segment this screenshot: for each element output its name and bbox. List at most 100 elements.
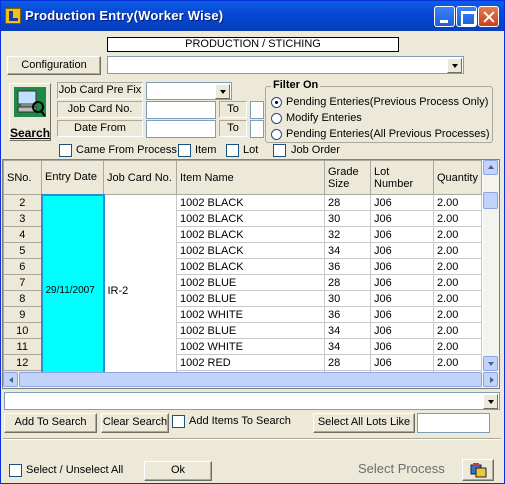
select-all-lots-like-button[interactable]: Select All Lots Like	[313, 413, 415, 433]
row-grade-size[interactable]: 34	[324, 242, 371, 259]
add-to-search-button[interactable]: Add To Search	[4, 413, 97, 433]
filter-option-pending-previous[interactable]: Pending Enteries(Previous Process Only)	[286, 96, 488, 108]
chevron-down-icon[interactable]	[483, 394, 498, 409]
row-item-name[interactable]: 1002 BLACK	[176, 242, 325, 259]
select-process-button[interactable]	[462, 459, 494, 481]
lot-checkbox[interactable]	[226, 144, 239, 157]
row-grade-size[interactable]: 28	[324, 274, 371, 291]
row-item-name[interactable]: 1002 BLUE	[176, 274, 325, 291]
row-lot-number[interactable]: J06	[370, 258, 434, 275]
filter-radio-modify[interactable]	[271, 113, 282, 124]
title-bar[interactable]: Production Entry(Worker Wise)	[1, 1, 504, 31]
row-quantity[interactable]: 2.00	[433, 242, 482, 259]
row-sno[interactable]: 9	[3, 306, 42, 323]
scroll-right-icon[interactable]	[483, 372, 498, 387]
scroll-thumb[interactable]	[483, 192, 498, 209]
job-card-no-from-input[interactable]	[146, 101, 216, 119]
scroll-down-icon[interactable]	[483, 356, 498, 371]
row-item-name[interactable]: 1002 BLACK	[176, 258, 325, 275]
row-quantity[interactable]: 2.00	[433, 322, 482, 339]
row-item-name[interactable]: 1002 BLACK	[176, 194, 325, 211]
row-sno[interactable]: 12	[3, 354, 42, 371]
grid-vertical-scrollbar[interactable]	[483, 160, 499, 372]
row-quantity[interactable]: 2.00	[433, 354, 482, 371]
job-card-no-to-input[interactable]	[250, 101, 264, 119]
row-grade-size[interactable]: 30	[324, 290, 371, 307]
col-entry-date[interactable]: Entry Date	[41, 160, 104, 195]
lots-like-input[interactable]	[417, 413, 490, 433]
row-quantity[interactable]: 2.00	[433, 274, 482, 291]
row-quantity[interactable]: 2.00	[433, 194, 482, 211]
row-lot-number[interactable]: J06	[370, 354, 434, 371]
job-card-prefix-dropdown[interactable]	[146, 82, 232, 100]
row-lot-number[interactable]: J06	[370, 322, 434, 339]
row-grade-size[interactable]: 34	[324, 338, 371, 355]
scroll-h-thumb[interactable]	[19, 372, 482, 387]
chevron-down-icon[interactable]	[447, 58, 462, 73]
row-grade-size[interactable]: 36	[324, 258, 371, 275]
came-from-process-checkbox[interactable]	[59, 144, 72, 157]
row-lot-number[interactable]: J06	[370, 194, 434, 211]
row-quantity[interactable]: 2.00	[433, 258, 482, 275]
row-item-name[interactable]: 1002 WHITE	[176, 338, 325, 355]
col-sno[interactable]: SNo.	[3, 160, 42, 195]
row-sno[interactable]: 3	[3, 210, 42, 227]
filter-radio-pending-previous[interactable]	[271, 97, 282, 108]
scroll-left-icon[interactable]	[3, 372, 18, 387]
scroll-up-icon[interactable]	[483, 160, 498, 175]
row-sno[interactable]: 5	[3, 242, 42, 259]
row-sno[interactable]: 11	[3, 338, 42, 355]
row-item-name[interactable]: 1002 WHITE	[176, 306, 325, 323]
filter-radio-pending-all[interactable]	[271, 129, 282, 140]
row-lot-number[interactable]: J06	[370, 210, 434, 227]
row-lot-number[interactable]: J06	[370, 226, 434, 243]
row-quantity[interactable]: 2.00	[433, 338, 482, 355]
col-lot-number[interactable]: Lot Number	[370, 160, 434, 195]
row-item-name[interactable]: 1002 BLUE	[176, 290, 325, 307]
configuration-dropdown[interactable]	[107, 56, 464, 74]
filter-option-modify[interactable]: Modify Enteries	[286, 112, 362, 124]
row-item-name[interactable]: 1002 RED	[176, 354, 325, 371]
row-grade-size[interactable]: 30	[324, 210, 371, 227]
row-lot-number[interactable]: J06	[370, 242, 434, 259]
configuration-button[interactable]: Configuration	[7, 56, 101, 75]
row-lot-number[interactable]: J06	[370, 290, 434, 307]
row-quantity[interactable]: 2.00	[433, 306, 482, 323]
ok-button[interactable]: Ok	[144, 461, 212, 481]
row-grade-size[interactable]: 34	[324, 322, 371, 339]
col-grade-size[interactable]: Grade Size	[324, 160, 371, 195]
add-items-to-search-checkbox[interactable]	[172, 415, 185, 428]
col-quantity[interactable]: Quantity	[433, 160, 482, 195]
entry-date-cell[interactable]: 29/11/2007	[40, 193, 105, 388]
row-lot-number[interactable]: J06	[370, 306, 434, 323]
col-job-card-no[interactable]: Job Card No.	[103, 160, 177, 195]
row-grade-size[interactable]: 28	[324, 194, 371, 211]
row-item-name[interactable]: 1002 BLACK	[176, 210, 325, 227]
maximize-button[interactable]	[456, 6, 477, 27]
item-checkbox[interactable]	[178, 144, 191, 157]
date-from-input[interactable]	[146, 120, 216, 138]
job-card-no-cell[interactable]: IR-2	[103, 194, 177, 387]
chevron-down-icon[interactable]	[215, 84, 230, 99]
row-lot-number[interactable]: J06	[370, 338, 434, 355]
minimize-button[interactable]	[434, 6, 455, 27]
row-quantity[interactable]: 2.00	[433, 210, 482, 227]
row-sno[interactable]: 8	[3, 290, 42, 307]
table-row[interactable]: 2 29/11/2007 IR-2 1002 BLACK 28 J06 2.00	[3, 193, 482, 388]
row-lot-number[interactable]: J06	[370, 274, 434, 291]
row-sno[interactable]: 10	[3, 322, 42, 339]
row-sno[interactable]: 4	[3, 226, 42, 243]
row-quantity[interactable]: 2.00	[433, 290, 482, 307]
row-sno[interactable]: 7	[3, 274, 42, 291]
row-grade-size[interactable]: 28	[324, 354, 371, 371]
date-to-input[interactable]	[250, 120, 264, 138]
row-grade-size[interactable]: 32	[324, 226, 371, 243]
row-sno[interactable]: 2	[3, 194, 42, 211]
search-icon-button[interactable]: Search	[9, 83, 51, 141]
grid-horizontal-scrollbar[interactable]	[3, 372, 499, 388]
job-order-checkbox[interactable]	[273, 144, 286, 157]
row-item-name[interactable]: 1002 BLUE	[176, 322, 325, 339]
filter-option-pending-all[interactable]: Pending Enteries(All Previous Processes)	[286, 128, 490, 140]
select-unselect-all-checkbox[interactable]	[9, 464, 22, 477]
col-item-name[interactable]: Item Name	[176, 160, 325, 195]
